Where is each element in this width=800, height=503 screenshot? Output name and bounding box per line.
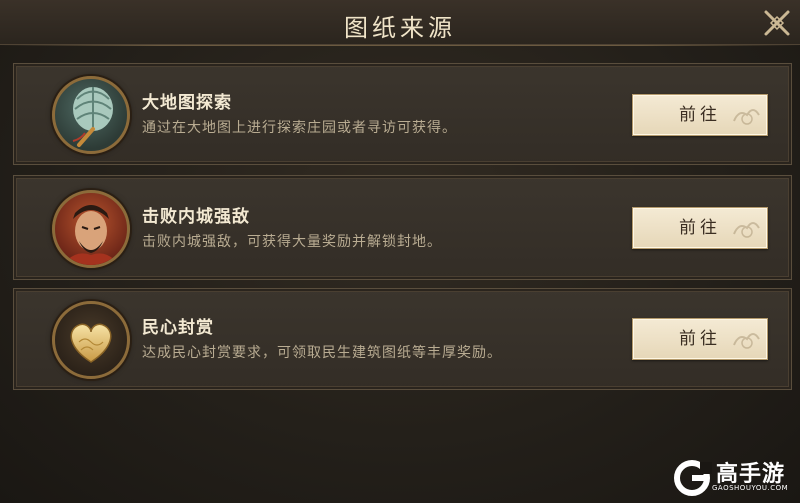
warrior-portrait-icon [52, 190, 130, 268]
close-button[interactable] [762, 8, 792, 38]
cloud-pattern-icon [733, 222, 760, 238]
feather-fan-icon [52, 76, 130, 154]
source-row-map-explore: 大地图探索 通过在大地图上进行探索庄园或者寻访可获得。 前往 [13, 63, 792, 165]
goto-button-label: 前往 [679, 218, 721, 238]
close-icon[interactable] [762, 8, 792, 38]
cloud-pattern-icon [733, 333, 760, 349]
dialog-header: 图纸来源 [0, 0, 800, 46]
goto-button[interactable]: 前往 [632, 94, 768, 136]
goto-button-label: 前往 [679, 105, 721, 125]
source-description: 击败内城强敌，可获得大量奖励并解锁封地。 [142, 234, 442, 250]
source-description: 通过在大地图上进行探索庄园或者寻访可获得。 [142, 120, 457, 136]
dialog-title: 图纸来源 [344, 14, 456, 42]
source-title: 击败内城强敌 [142, 207, 250, 227]
goto-button[interactable]: 前往 [632, 318, 768, 360]
watermark-url: GAOSHOUYOU.COM [712, 484, 789, 492]
source-row-people-reward: 民心封赏 达成民心封赏要求，可领取民生建筑图纸等丰厚奖励。 前往 [13, 288, 792, 390]
golden-heart-icon [52, 301, 130, 379]
goto-button-label: 前往 [679, 329, 721, 349]
brand-logo-icon [674, 460, 712, 496]
cloud-pattern-icon [733, 109, 760, 125]
watermark: 高手游 GAOSHOUYOU.COM [672, 456, 792, 500]
source-description: 达成民心封赏要求，可领取民生建筑图纸等丰厚奖励。 [142, 345, 502, 361]
goto-button[interactable]: 前往 [632, 207, 768, 249]
source-title: 民心封赏 [142, 318, 214, 338]
source-row-defeat-enemy: 击败内城强敌 击败内城强敌，可获得大量奖励并解锁封地。 前往 [13, 175, 792, 280]
source-title: 大地图探索 [142, 93, 232, 113]
